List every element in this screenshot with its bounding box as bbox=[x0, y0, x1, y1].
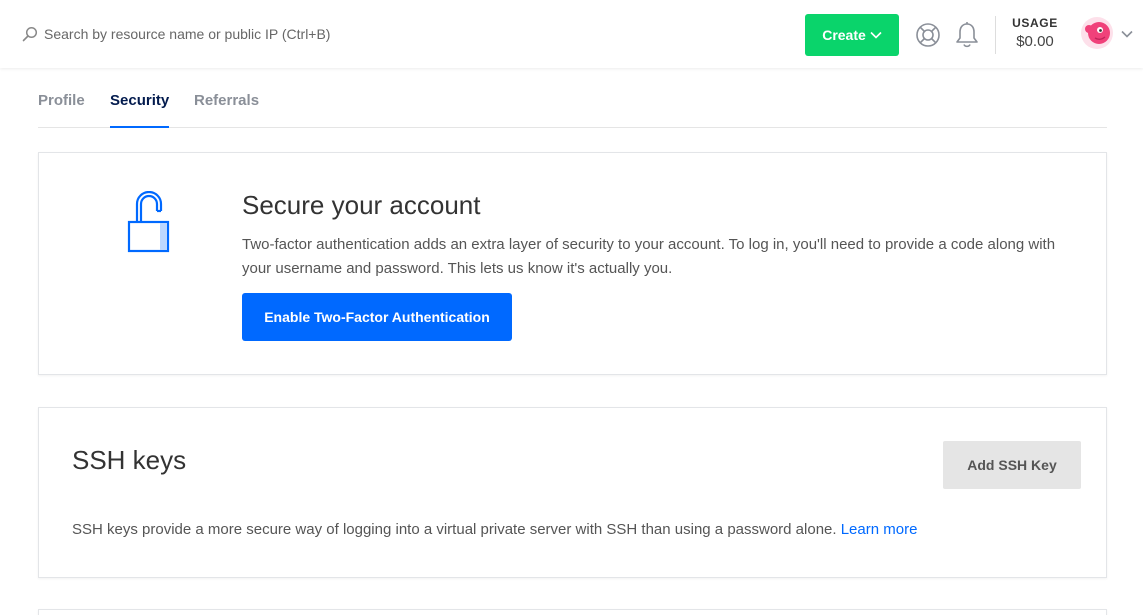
bell-icon[interactable] bbox=[954, 21, 980, 49]
tab-referrals[interactable]: Referrals bbox=[194, 92, 259, 128]
tab-profile[interactable]: Profile bbox=[38, 92, 85, 128]
header-divider bbox=[995, 16, 996, 54]
ssh-keys-title: SSH keys bbox=[72, 445, 187, 475]
learn-more-link[interactable]: Learn more bbox=[841, 521, 918, 538]
unlocked-padlock-icon bbox=[127, 191, 170, 253]
chevron-down-icon bbox=[870, 31, 882, 39]
help-icon[interactable] bbox=[915, 22, 941, 48]
two-factor-title: Secure your account bbox=[242, 190, 481, 220]
account-settings-page: Profile Security Referrals Secure your a… bbox=[0, 68, 1143, 615]
settings-tabs: Profile Security Referrals bbox=[38, 68, 1107, 128]
two-factor-description: Two-factor authentication adds an extra … bbox=[242, 236, 1056, 277]
ssh-keys-description: SSH keys provide a more secure way of lo… bbox=[72, 521, 917, 538]
create-button-label: Create bbox=[822, 27, 866, 43]
ssh-keys-description-text: SSH keys provide a more secure way of lo… bbox=[72, 521, 837, 538]
add-ssh-key-button[interactable]: Add SSH Key bbox=[943, 441, 1081, 489]
enable-two-factor-button[interactable]: Enable Two-Factor Authentication bbox=[242, 293, 512, 341]
search-icon bbox=[22, 26, 38, 42]
create-button[interactable]: Create bbox=[805, 14, 899, 56]
usage-label: USAGE bbox=[1012, 16, 1058, 30]
search-input[interactable] bbox=[44, 22, 464, 46]
usage-value: $0.00 bbox=[1016, 33, 1054, 50]
two-factor-card: Secure your account Two-factor authentic… bbox=[38, 152, 1107, 375]
tab-security[interactable]: Security bbox=[110, 92, 170, 128]
chevron-down-icon[interactable] bbox=[1121, 30, 1133, 38]
avatar[interactable] bbox=[1081, 17, 1113, 49]
usage-summary[interactable]: USAGE $0.00 bbox=[1004, 16, 1066, 50]
ssh-keys-card: SSH keys Add SSH Key SSH keys provide a … bbox=[38, 407, 1107, 578]
next-settings-card bbox=[38, 609, 1107, 615]
top-navigation-bar: Create USAGE $0.00 bbox=[0, 0, 1143, 68]
